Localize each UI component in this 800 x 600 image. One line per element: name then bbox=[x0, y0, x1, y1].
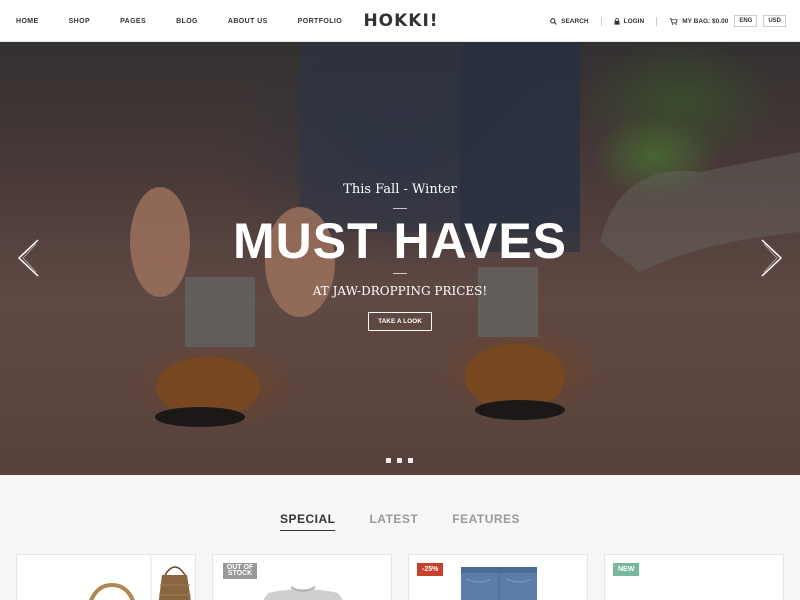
lock-icon bbox=[614, 17, 620, 25]
divider bbox=[656, 16, 658, 26]
tab-features[interactable]: FEATURES bbox=[452, 512, 520, 531]
currency-selector[interactable]: USD bbox=[763, 15, 786, 27]
search-label: SEARCH bbox=[561, 17, 589, 25]
discount-badge: -25% bbox=[417, 563, 444, 576]
product-image bbox=[461, 567, 537, 600]
language-selector[interactable]: ENG bbox=[734, 15, 758, 27]
tab-special[interactable]: SPECIAL bbox=[279, 512, 336, 531]
nav-portfolio[interactable]: PORTFOLIO bbox=[298, 18, 342, 25]
site-logo[interactable]: HOKKI! bbox=[363, 9, 438, 33]
product-card[interactable]: NEW bbox=[604, 554, 784, 600]
nav-shop[interactable]: SHOP bbox=[69, 18, 90, 25]
product-card[interactable]: -25% bbox=[408, 554, 588, 600]
bag-link[interactable]: MY BAG: $0.00 bbox=[669, 18, 728, 25]
product-tabs: SPECIAL LATEST FEATURES bbox=[0, 512, 800, 531]
hero-title: MUST HAVES bbox=[232, 213, 568, 269]
hero-tagline: AT JAW-DROPPING PRICES! bbox=[312, 284, 488, 298]
out-of-stock-badge: OUT OF STOCK bbox=[223, 563, 257, 579]
product-card[interactable]: OUT OF STOCK bbox=[212, 554, 392, 600]
nav-blog[interactable]: BLOG bbox=[176, 18, 198, 25]
divider bbox=[600, 16, 602, 26]
slide-dot-1[interactable] bbox=[386, 458, 391, 463]
nav-about-us[interactable]: ABOUT US bbox=[228, 18, 268, 25]
hero-subtitle: This Fall - Winter bbox=[343, 182, 457, 197]
bag-label: MY BAG: $0.00 bbox=[682, 17, 729, 25]
site-header: HOME SHOP PAGES BLOG ABOUT US PORTFOLIO … bbox=[0, 0, 800, 42]
login-link[interactable]: LOGIN bbox=[614, 17, 645, 25]
slide-dot-2[interactable] bbox=[397, 458, 402, 463]
nav-pages[interactable]: PAGES bbox=[120, 18, 146, 25]
prev-slide-arrow-icon[interactable] bbox=[16, 238, 40, 278]
search-link[interactable]: SEARCH bbox=[550, 17, 589, 25]
product-card[interactable] bbox=[16, 554, 196, 600]
hero-divider-top bbox=[393, 208, 407, 209]
search-icon bbox=[550, 17, 557, 25]
cart-icon bbox=[669, 17, 678, 25]
nav-home[interactable]: HOME bbox=[16, 18, 39, 25]
main-nav: HOME SHOP PAGES BLOG ABOUT US PORTFOLIO bbox=[16, 0, 372, 42]
hero-content: This Fall - Winter MUST HAVES AT JAW-DRO… bbox=[0, 42, 800, 475]
new-badge: NEW bbox=[613, 563, 640, 576]
product-image bbox=[89, 555, 191, 600]
login-label: LOGIN bbox=[623, 17, 645, 25]
header-utilities: SEARCH LOGIN MY BAG: $0.00 ENG USD bbox=[550, 0, 786, 42]
tab-latest[interactable]: LATEST bbox=[369, 512, 418, 531]
slide-dot-3[interactable] bbox=[408, 458, 413, 463]
slider-pagination bbox=[386, 458, 419, 463]
hero-divider-bottom bbox=[393, 273, 407, 274]
take-a-look-button[interactable]: TAKE A LOOK bbox=[368, 312, 432, 331]
hero-slider: This Fall - Winter MUST HAVES AT JAW-DRO… bbox=[0, 42, 800, 475]
next-slide-arrow-icon[interactable] bbox=[760, 238, 784, 278]
